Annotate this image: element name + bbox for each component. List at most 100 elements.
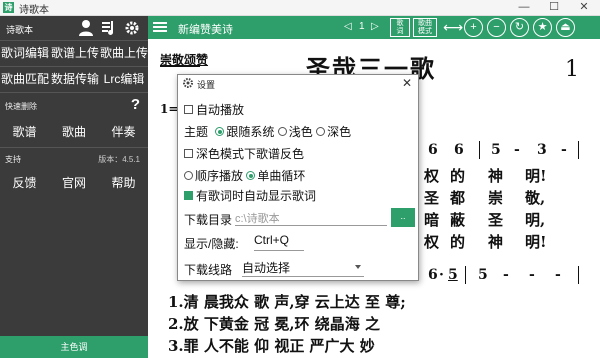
checkbox-box-checked[interactable] [184,191,193,201]
lyric-char: 蔽 [450,211,466,229]
website-button[interactable]: 官网 [49,171,99,195]
dark-invert-checkbox[interactable]: 深色模式下歌谱反色 [184,145,304,162]
dark-invert-label: 深色模式下歌谱反色 [196,147,305,161]
window-title: 诗歌本 [19,5,49,16]
download-dir-label: 下载目录 [184,213,233,227]
lyric-char: 权 [424,167,440,185]
note: 3 [537,142,547,158]
minimize-button[interactable]: — [509,0,539,16]
checkbox-box[interactable] [184,149,193,159]
song-mode-line1: 歌曲 [418,20,432,27]
page-number[interactable]: 1 [359,21,365,32]
quick-delete-label[interactable]: 快速删除 [5,101,37,112]
theme-row: 主题 跟随系统 浅色 深色 [184,123,351,140]
fit-width-icon[interactable]: ⟷ [443,19,463,36]
lyrics-button[interactable]: 歌 词 [390,18,410,37]
sequential-play-label: 顺序播放 [195,169,244,183]
theme-light-radio[interactable] [277,127,287,137]
sidebar-divider [0,92,148,93]
lyric-char: 都 [450,189,466,207]
note: 6 [454,142,464,158]
lyric-char: 崇 [488,189,504,207]
dialog-close-icon[interactable]: ✕ [402,76,412,90]
menu-icon[interactable] [153,19,167,35]
sidebar: 诗歌本 歌词编辑 歌谱上传 歌曲上传 歌曲匹配 数据传输 Lrc编辑 快速删除 … [0,16,148,358]
sidebar-divider [0,40,148,41]
accompaniment-tab-button[interactable]: 伴奏 [99,120,148,144]
maximize-button[interactable]: ☐ [539,0,569,16]
auto-lyrics-label: 有歌词时自动显示歌词 [196,189,317,203]
song-mode-line2: 模式 [418,28,432,35]
data-transfer-button[interactable]: 数据传输 [50,68,100,90]
sidebar-divider [0,66,148,67]
help-icon[interactable]: ? [131,96,140,113]
auto-play-checkbox[interactable]: 自动播放 [184,101,244,118]
single-loop-label: 单曲循环 [257,169,306,183]
theme-label: 主题 [184,125,209,139]
bar-line [578,141,579,159]
dialog-title: 设置 [197,80,216,90]
download-route-label: 下载线路 [184,263,233,277]
zoom-in-icon[interactable]: + [464,18,483,37]
browse-button[interactable]: .. [391,208,415,227]
favorite-star-icon[interactable]: ★ [533,18,552,37]
lyrics-button-line2: 词 [396,28,404,35]
bar-line [479,141,480,159]
toggle-shortcut-label: 显示/隐藏: [184,237,239,251]
song-match-button[interactable]: 歌曲匹配 [0,68,50,90]
note: 5 [491,142,501,158]
theme-color-button[interactable]: 主色调 [0,336,148,358]
eject-icon[interactable]: ⏏ [556,18,575,37]
close-window-button[interactable]: ✕ [569,0,599,16]
app-logo-icon: 诗 [3,2,14,13]
auto-play-label: 自动播放 [196,103,245,117]
zoom-out-icon[interactable]: − [487,18,506,37]
note: 5 [448,267,458,283]
bar-line [578,266,579,284]
download-dir-input[interactable]: c:\诗歌本 [235,210,387,226]
score-tab-button[interactable]: 歌谱 [0,120,49,144]
download-route-select[interactable]: 自动选择 [242,259,364,277]
hymn-number: 1 [565,57,579,82]
user-icon[interactable] [78,19,94,37]
sidebar-app-name: 诗歌本 [6,25,34,35]
note: 5 [478,267,488,283]
feedback-button[interactable]: 反馈 [0,171,49,195]
music-list-icon[interactable] [101,19,117,37]
help-button[interactable]: 帮助 [99,171,148,195]
lyric-char: 明! [525,167,547,185]
theme-dark-radio[interactable] [316,127,326,137]
toggle-shortcut-field[interactable]: Ctrl+Q [254,233,304,251]
lrc-edit-button[interactable]: Lrc编辑 [100,68,148,90]
lyric-char: 圣 [424,189,440,207]
note-dot: · [439,267,444,283]
settings-gear-icon [182,77,194,89]
theme-light-label: 浅色 [288,125,313,139]
tempo-key: 1= [160,102,179,116]
score-upload-button[interactable]: 歌谱上传 [50,42,100,64]
songbook-title[interactable]: 新编赞美诗 [178,21,233,37]
prev-page-icon[interactable]: ◁ [344,21,352,32]
dropdown-arrow-icon [355,265,361,269]
lyric-char: 神 [488,233,504,251]
auto-lyrics-checkbox[interactable]: 有歌词时自动显示歌词 [184,187,316,204]
song-tab-button[interactable]: 歌曲 [49,120,99,144]
download-route-value: 自动选择 [242,261,291,275]
theme-system-radio[interactable] [215,127,225,137]
lyric-char: 权 [424,233,440,251]
theme-system-label: 跟随系统 [226,125,275,139]
support-label: 支持 [5,155,21,164]
song-mode-button[interactable]: 歌曲 模式 [413,18,437,37]
single-loop-radio[interactable] [246,171,256,181]
gear-icon[interactable] [124,19,140,37]
song-upload-button[interactable]: 歌曲上传 [100,42,148,64]
theme-dark-label: 深色 [327,125,352,139]
refresh-icon[interactable]: ↻ [510,18,529,37]
play-mode-row: 顺序播放 单曲循环 [184,167,305,184]
bar-line [465,266,466,284]
sequential-play-radio[interactable] [184,171,193,181]
lyric-edit-button[interactable]: 歌词编辑 [0,42,50,64]
next-page-icon[interactable]: ▷ [371,21,379,32]
checkbox-box[interactable] [184,105,193,115]
verse-line: 2.放 下黄金 冠 冕,环 绕晶海 之 [168,315,380,333]
